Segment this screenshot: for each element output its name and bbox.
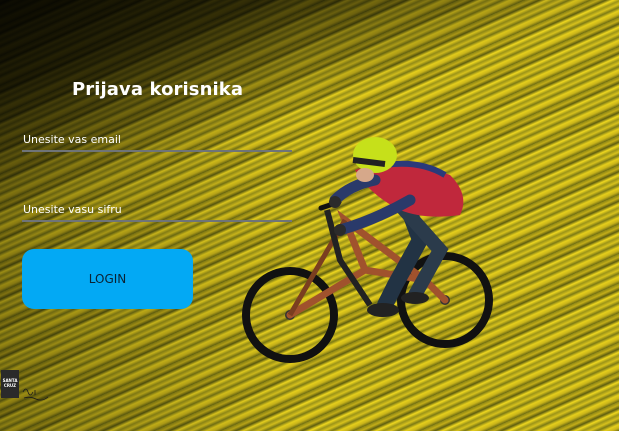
mountain-biker-photo — [242, 137, 493, 363]
signature-icon — [22, 388, 49, 401]
login-title: Prijava korisnika — [72, 79, 244, 100]
login-window: Prijava korisnika LOGIN SANTA CRUZ — [0, 0, 619, 431]
brand-logo-text: SANTA CRUZ — [2, 378, 18, 388]
brand-logo-icon: SANTA CRUZ — [1, 370, 19, 398]
email-input[interactable] — [22, 128, 292, 152]
login-button[interactable]: LOGIN — [22, 249, 193, 309]
password-input[interactable] — [22, 198, 292, 222]
